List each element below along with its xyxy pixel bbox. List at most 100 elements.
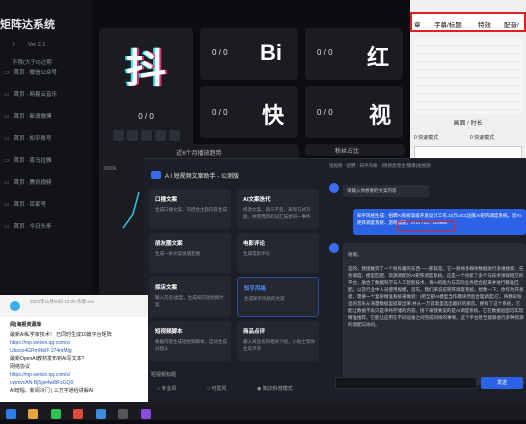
document-icon: ▭ <box>4 92 10 98</box>
start-icon[interactable] <box>6 409 16 419</box>
feature-ai-iterate[interactable]: AI文案迭代 修改文案、语义不变，表现方式升级，并使用新的词汇描述同一事件 <box>237 189 319 229</box>
feature-desc: 生成口播文案、可结合主题内容生成 <box>155 207 227 212</box>
sidebar-item-tencent[interactable]: ▭ 首页 · 腾讯视频 <box>4 178 52 186</box>
bird-icon[interactable] <box>141 130 152 141</box>
shipinhao-logo: 视 <box>369 103 392 128</box>
feature-product-review[interactable]: 商品点评 输入商品名和相关介绍，小贴士帮你生成点评 <box>237 321 319 361</box>
share-title: 粉丝占比 <box>335 149 360 155</box>
trend-y-label: 1000k <box>103 166 117 172</box>
xiaohongshu-card[interactable]: 0 / 0 红 <box>305 28 403 80</box>
document-icon: ▭ <box>4 224 10 230</box>
bottom-label: 短视频标题 <box>151 372 177 378</box>
sidebar-item-ximalaya[interactable]: ▭ 首页 · 喜马拉雅 <box>4 156 52 164</box>
document-icon: ▭ <box>4 114 10 120</box>
feature-title: 知乎风格 <box>244 286 267 292</box>
app-icon[interactable] <box>140 409 151 419</box>
tab-dubbing[interactable]: 配音/ <box>504 19 519 29</box>
shipinhao-card[interactable]: 0 / 0 视 <box>305 86 403 138</box>
bot-avatar <box>329 243 339 253</box>
feature-desc: 根据内容生成短视频脚本，自动生成分镜头 <box>155 339 227 351</box>
sidebar-item-baijia[interactable]: ▭ 首页 · 百家号 <box>4 200 46 208</box>
feature-koubo[interactable]: 口播文案 生成口播文案、可结合主题内容生成 <box>149 189 231 229</box>
chat-input[interactable] <box>335 377 477 389</box>
app-title: 矩阵达系统 <box>0 19 55 31</box>
feature-desc: 输入店名/类型，生成探店短视频文案 <box>155 295 224 307</box>
sidebar-item-netease[interactable]: ▭ 首页 · 网易云音乐 <box>4 90 57 98</box>
douyin-logo: 抖 <box>126 47 166 91</box>
doc-link[interactable]: https://mp.weixin.qq.com/s/ <box>10 339 144 347</box>
wechat-icon[interactable] <box>50 409 61 419</box>
feature-desc: 生成知乎风格的文案 <box>244 296 285 301</box>
doc-line: 最新OpenAI教材发布到AI写文本? <box>10 356 85 362</box>
feature-desc: 输入商品名和相关介绍，小贴士帮你生成点评 <box>243 339 315 351</box>
editor-tabs: 章 字幕/标题 特效 配音/ <box>410 12 526 32</box>
feature-store-visit[interactable]: 探店文案 输入店名/类型，生成探店短视频文案 <box>149 277 231 317</box>
scale-title: 画面 / 时长 <box>453 121 483 127</box>
chat-header: 短视频 · 招聘 · 知乎风格 · (情感类博主/健康)短视频 <box>329 163 431 168</box>
app-logo-icon <box>151 171 161 179</box>
feature-movie-review[interactable]: 电影评论 生成电影评论 <box>237 233 319 273</box>
doc-link[interactable]: Ubsoo4GRmNkIF 374mMtg <box>10 347 144 355</box>
radio-cute[interactable]: ○ 可爱风 <box>207 385 226 392</box>
douyin-card[interactable]: 抖 0 / 0 <box>99 28 193 156</box>
terminal-icon[interactable] <box>118 409 129 419</box>
bot-avatar <box>329 183 339 193</box>
send-button[interactable]: 发送 <box>481 377 523 389</box>
dialog-title: A I 短视频文案助手 - 公测版 <box>165 174 240 180</box>
editor-grid[interactable] <box>414 38 522 114</box>
feature-desc: 修改文案、语义不变，表现方式升级，并使用新的词汇描述同一事件 <box>243 207 311 219</box>
bot-message: 谢谢。 是的，我接触到了一个很有趣的东西——那就是，它一款将多媒体数据进行多维搜… <box>343 243 526 385</box>
sidebar-item-wechat[interactable]: ▭ 首页 · 微信公众号 <box>4 68 57 76</box>
feature-title: 口播文案 <box>155 197 178 203</box>
feature-moments[interactable]: 朋友圈文案 生成一条文案发朋友圈 <box>149 233 231 273</box>
feature-title: 电影评论 <box>243 241 266 247</box>
feature-title: AI文案迭代 <box>243 197 271 203</box>
document-icon: ▭ <box>4 136 10 142</box>
chat-prompt-bubble: 请输入你想要的文案内容 <box>343 185 429 197</box>
bilibili-card[interactable]: 0 / 0 Bi <box>200 28 298 80</box>
document-icon: ▭ <box>4 158 10 164</box>
kuaishou-ratio: 0 / 0 <box>212 108 228 117</box>
feature-title: 朋友圈文案 <box>155 241 183 247</box>
radio-fast-a[interactable]: 0 快速模式 <box>414 134 438 141</box>
sidebar-nav: ▭ 首页 · 微信公众号 ▭ 首页 · 网易云音乐 ▭ 首页 · 新浪微博 ▭ 首页 ·… <box>0 60 92 260</box>
doc-meta: 2023年11月09日 15:05 作者:xxx <box>30 299 94 304</box>
browser-icon[interactable] <box>95 409 106 419</box>
tab-effects[interactable]: 特效 <box>478 19 491 29</box>
play-icon[interactable] <box>113 130 124 141</box>
doc-link[interactable]: https://mp.weixin.qq.com/s/ <box>10 371 144 379</box>
radio-fast-b[interactable]: 0 快速模式 <box>470 134 494 141</box>
share-icon[interactable] <box>127 130 138 141</box>
bot-greeting: 谢谢。 <box>348 252 362 257</box>
radio-professional[interactable]: ○ 专业风 <box>157 385 176 392</box>
doc-line: AI增幅、新闻冷门 | 三万字通俗讲解AI <box>10 388 94 394</box>
folder-icon[interactable] <box>28 409 39 419</box>
doc-body: 最新AI私学家技术！ 已同时生成10篇平台矩阵 https://mp.weixi… <box>10 331 144 395</box>
douyin-ratio: 0 / 0 <box>138 112 154 121</box>
sidebar-item-toutiao[interactable]: ▭ 首页 · 今日头条 <box>4 222 52 230</box>
feature-script[interactable]: 短视频脚本 根据内容生成短视频脚本，自动生成分镜头 <box>149 321 231 361</box>
kuaishou-card[interactable]: 0 / 0 快 <box>200 86 298 138</box>
app-icon[interactable] <box>73 409 84 419</box>
taskbar <box>0 402 526 420</box>
bot-message-text: 是的，我接触到了一个很有趣的东西——那就是，它一款将多媒体数据进行多维搜索、任务… <box>348 266 524 327</box>
sidebar-item-zhihu[interactable]: ▭ 首页 · 知乎账号 <box>4 134 52 142</box>
doc-header-bar: 2023年11月09日 15:05 作者:xxx <box>0 295 148 317</box>
document-window: 2023年11月09日 15:05 作者:xxx 闻|海报资源库 最新AI私学家… <box>0 295 148 408</box>
trend-title: 近6个月播放趋势 <box>176 151 222 157</box>
sidebar-item-weibo[interactable]: ▭ 首页 · 新浪微博 <box>4 112 52 120</box>
gift-icon[interactable] <box>169 130 180 141</box>
chat-prompt-text: 请输入你想要的文案内容 <box>347 188 397 193</box>
tab-chapter[interactable]: 章 <box>414 19 421 29</box>
highlight-box <box>397 221 455 231</box>
doc-link[interactable]: cwmvcAN-Bj5ge4w8tFzGQ0 <box>10 379 144 387</box>
doc-line: 网络协议 <box>10 364 31 370</box>
feature-zhihu[interactable]: 知乎风格 生成知乎风格的文案 <box>237 277 319 317</box>
bilibili-ratio: 0 / 0 <box>212 48 228 57</box>
tab-subtitle[interactable]: 字幕/标题 <box>434 19 462 29</box>
stats-icon[interactable] <box>155 130 166 141</box>
doc-title: 闻|海报资源库 <box>10 322 42 328</box>
feature-desc: 生成一条文案发朋友圈 <box>155 251 200 256</box>
feature-title: 探店文案 <box>155 285 178 291</box>
radio-science[interactable]: ◉ 知识科普模式 <box>257 385 293 392</box>
